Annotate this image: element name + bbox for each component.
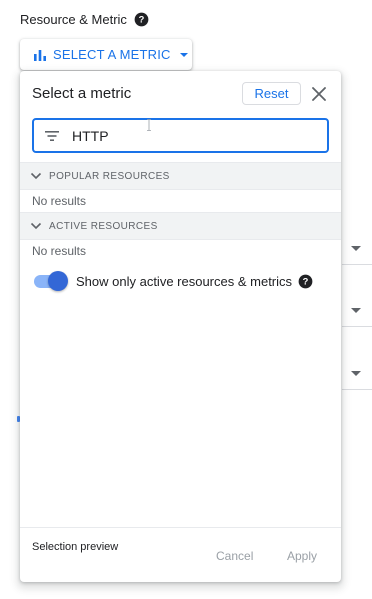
field-label: Resource & Metric ? [20, 12, 149, 27]
toggle-label: Show only active resources & metrics [76, 273, 293, 289]
section-popular-resources[interactable]: POPULAR RESOURCES [20, 162, 341, 190]
caret-down-icon [351, 308, 361, 313]
select-metric-label: SELECT A METRIC [53, 47, 171, 62]
cancel-button[interactable]: Cancel [216, 549, 253, 563]
svg-text:?: ? [303, 276, 309, 286]
section-label: POPULAR RESOURCES [49, 170, 170, 182]
section-label: ACTIVE RESOURCES [49, 220, 158, 232]
caret-down-icon [179, 52, 188, 57]
search-value: HTTP [72, 127, 109, 144]
background-dropdown[interactable] [342, 359, 372, 390]
filter-icon [45, 130, 59, 141]
caret-down-icon [351, 371, 361, 376]
caret-down-icon [351, 246, 361, 251]
active-only-toggle-row: Show only active resources & metrics ? [32, 271, 313, 291]
page: Resource & Metric ? SELECT A METRIC Sele… [0, 0, 372, 599]
close-icon [312, 87, 326, 101]
no-results-text: No results [32, 244, 87, 258]
text-cursor-icon [147, 119, 151, 131]
select-metric-dialog: Select a metric Reset HTTP POPULAR RESOU… [20, 71, 341, 582]
selection-preview-label: Selection preview [32, 541, 119, 553]
background-dropdown[interactable] [342, 296, 372, 327]
field-label-text: Resource & Metric [20, 12, 127, 27]
help-circle-icon[interactable]: ? [134, 12, 149, 27]
section-active-resources[interactable]: ACTIVE RESOURCES [20, 212, 341, 240]
select-metric-button[interactable]: SELECT A METRIC [20, 39, 192, 70]
apply-button[interactable]: Apply [287, 549, 317, 563]
svg-text:?: ? [139, 15, 145, 25]
footer-divider [20, 527, 341, 528]
active-only-toggle[interactable] [32, 271, 68, 291]
bar-chart-icon [34, 49, 46, 61]
search-input[interactable]: HTTP [32, 118, 329, 153]
toggle-thumb [48, 271, 68, 291]
help-circle-icon[interactable]: ? [298, 274, 313, 289]
chevron-down-icon [30, 222, 42, 230]
close-button[interactable] [308, 83, 330, 105]
background-dropdown[interactable] [342, 234, 372, 265]
chevron-down-icon [30, 172, 42, 180]
no-results-text: No results [32, 194, 87, 208]
dialog-title: Select a metric [32, 85, 132, 102]
reset-button[interactable]: Reset [242, 82, 301, 105]
